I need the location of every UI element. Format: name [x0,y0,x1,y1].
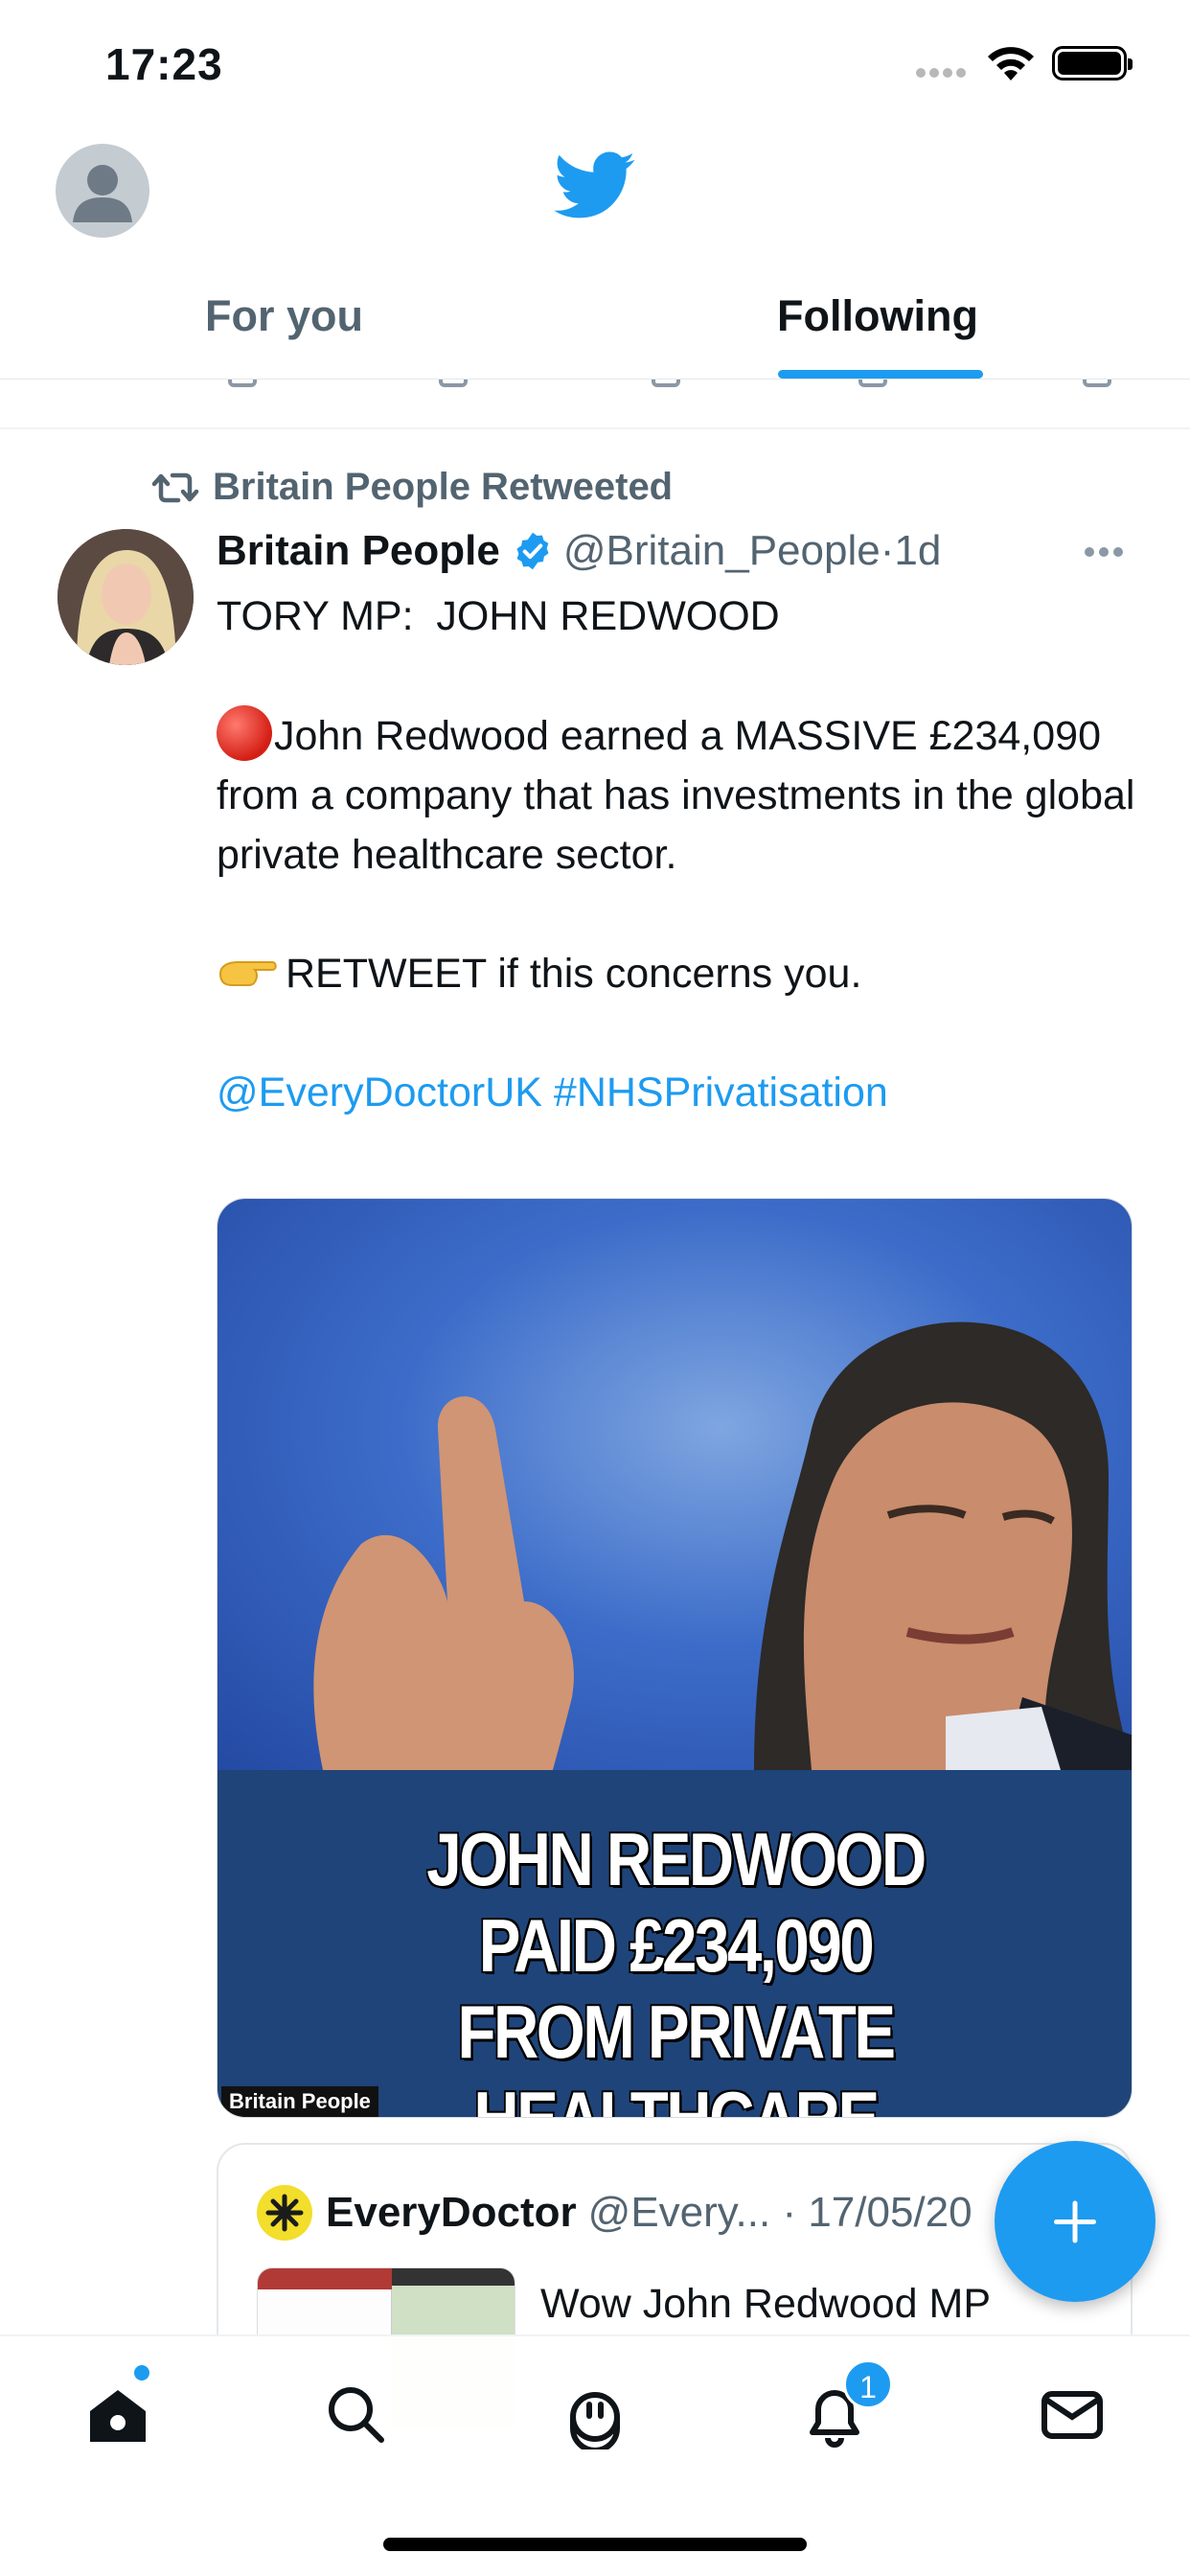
tweet-time[interactable]: 1d [894,527,941,575]
home-indicator [383,2538,807,2551]
media-watermark: Britain People [221,2086,378,2117]
author-name[interactable]: Britain People [217,527,500,575]
quoted-author-name: EveryDoctor [326,2189,577,2236]
retweet-context[interactable]: Britain People Retweeted [151,466,673,509]
quoted-tweet-header: EveryDoctor @Every... · 17/05/20 [257,2185,973,2241]
mention-link[interactable]: @EveryDoctorUK [217,1070,542,1116]
verified-badge-icon [516,532,549,570]
author-avatar[interactable] [57,529,194,665]
tab-for-you[interactable]: For you [205,291,363,341]
tweet-text: TORY MP: JOHN REDWOOD John Redwood earne… [217,586,1136,1122]
caption-line-3: FROM PRIVATE HEALTHCARE [457,1990,896,2118]
time-separator: · [880,527,895,574]
default-avatar-icon [73,165,132,222]
compose-tweet-button[interactable] [995,2141,1156,2302]
battery-icon [1052,46,1133,80]
home-unread-dot [134,2365,149,2380]
spaces-icon[interactable] [560,2379,630,2450]
media-caption-banner: JOHN REDWOOD PAID £234,090 FROM PRIVATE … [217,1770,1132,2118]
messages-icon[interactable] [1037,2379,1108,2450]
retweeted-by-label: Britain People Retweeted [213,466,674,508]
more-options-icon[interactable] [1085,544,1129,557]
hashtag-link[interactable]: #NHSPrivatisation [554,1070,888,1116]
wifi-icon [988,47,1034,80]
tweet-paragraph-3: RETWEET if this concerns you. [286,951,862,997]
author-photo [57,529,194,665]
twitter-bird-icon[interactable] [554,151,636,220]
caption-line-2: PAID £234,090 [478,1903,875,1988]
retweet-icon [151,472,199,502]
home-icon[interactable] [82,2379,153,2450]
notifications-badge: 1 [843,2359,893,2409]
media-photo [217,1199,1132,1770]
tweet-paragraph-2: John Redwood earned a MASSIVE £234,090 f… [217,713,1147,878]
everydoctor-logo-icon [257,2185,312,2241]
cellular-signal-icon [916,65,970,79]
tab-following[interactable]: Following [777,291,978,341]
pointing-hand-emoji-icon [218,961,277,986]
profile-avatar[interactable] [56,144,149,238]
active-tab-indicator [778,370,983,379]
status-bar: 17:23 [0,0,1190,134]
portrait-illustration [313,1322,1132,1770]
search-icon[interactable] [320,2379,391,2450]
tweet-media-image[interactable]: JOHN REDWOOD PAID £234,090 FROM PRIVATE … [217,1198,1133,2118]
quoted-author-handle: @Every... · 17/05/20 [587,2189,973,2236]
tweet-line-1: TORY MP: JOHN REDWOOD [217,593,780,639]
author-handle[interactable]: @Britain_People [563,527,881,575]
status-time: 17:23 [105,39,223,89]
quoted-tweet-text: Wow John Redwood MP [540,2281,992,2327]
caption-line-1: JOHN REDWOOD [426,1817,927,1901]
previous-tweet-actions-partial [0,380,1190,429]
timeline-tabs: For you Following [0,268,1190,380]
red-circle-emoji-icon [217,705,272,761]
tweet-header: Britain People @Britain_People · 1d [217,523,941,579]
